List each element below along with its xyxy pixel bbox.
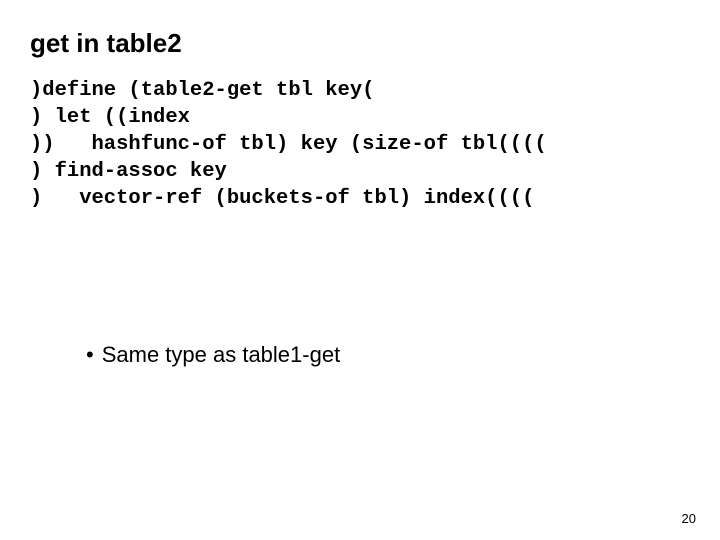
code-line: )) hashfunc-of tbl) key (size-of tbl((((	[30, 133, 547, 156]
bullet-dot-icon: •	[86, 342, 94, 367]
bullet-text: Same type as table1-get	[102, 342, 340, 367]
slide-title: get in table2	[30, 28, 690, 59]
bullet-item: • Same type as table1-get	[86, 342, 690, 368]
slide: get in table2 )define (table2-get tbl ke…	[0, 0, 720, 540]
page-number: 20	[682, 511, 696, 526]
code-block: )define (table2-get tbl key( ) let ((ind…	[30, 77, 690, 212]
bullet-list: • Same type as table1-get	[30, 342, 690, 368]
code-line: )define (table2-get tbl key(	[30, 79, 374, 102]
code-line: ) let ((index	[30, 106, 190, 129]
code-line: ) find-assoc key	[30, 160, 227, 183]
code-line: ) vector-ref (buckets-of tbl) index((((	[30, 187, 534, 210]
